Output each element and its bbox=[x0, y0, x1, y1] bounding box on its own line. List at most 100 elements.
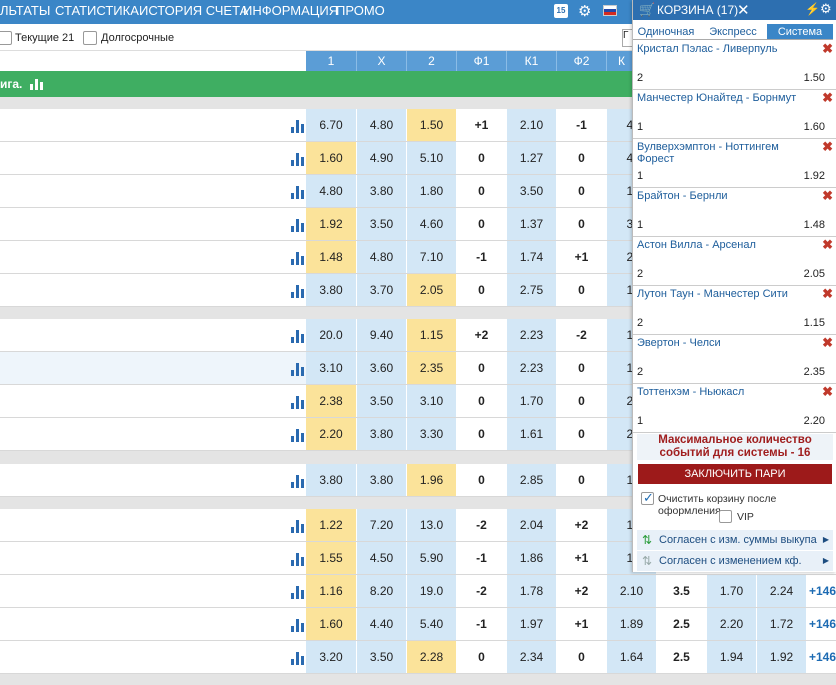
bet-slip-item[interactable]: Эвертон - Челси 2 2.35 ✖ bbox=[633, 335, 836, 384]
odd-away[interactable]: 19.0 bbox=[407, 575, 457, 607]
odd-draw[interactable]: 3.80 bbox=[357, 464, 407, 496]
handicap-odd-1[interactable]: 1.37 bbox=[507, 208, 557, 240]
bet-slip-item[interactable]: Тоттенхэм - Ньюкасл 1 2.20 ✖ bbox=[633, 384, 836, 433]
odd-away[interactable]: 1.80 bbox=[407, 175, 457, 207]
odd-home[interactable]: 1.60 bbox=[306, 608, 357, 640]
handicap-odd-1[interactable]: 2.85 bbox=[507, 464, 557, 496]
odd-home[interactable]: 1.92 bbox=[306, 208, 357, 240]
odd-home[interactable]: 20.0 bbox=[306, 319, 357, 351]
calendar-icon[interactable]: 15 bbox=[554, 4, 568, 18]
more-markets-link[interactable]: +146 bbox=[807, 575, 836, 607]
odd-draw[interactable]: 3.70 bbox=[357, 274, 407, 306]
odd-draw[interactable]: 3.50 bbox=[357, 641, 407, 673]
odd-away[interactable]: 5.10 bbox=[407, 142, 457, 174]
nav-score-history[interactable]: ИСТОРИЯ СЧЕТА bbox=[139, 3, 248, 18]
bet-event-name[interactable]: Вулверхэмптон - Ноттингем Форест bbox=[637, 141, 807, 165]
odd-home[interactable]: 3.80 bbox=[306, 274, 357, 306]
more-markets-link[interactable]: +146 bbox=[807, 608, 836, 640]
bet-slip-item[interactable]: Астон Вилла - Арсенал 2 2.05 ✖ bbox=[633, 237, 836, 286]
handicap-odd-1[interactable]: 2.04 bbox=[507, 509, 557, 541]
handicap-odd-2[interactable]: 1.64 bbox=[607, 641, 657, 673]
stats-icon[interactable] bbox=[291, 652, 305, 665]
odd-away[interactable]: 3.10 bbox=[407, 385, 457, 417]
odd-draw[interactable]: 3.80 bbox=[357, 175, 407, 207]
handicap-odd-1[interactable]: 2.23 bbox=[507, 352, 557, 384]
stats-icon[interactable] bbox=[291, 120, 305, 133]
odd-away[interactable]: 1.96 bbox=[407, 464, 457, 496]
handicap-odd-1[interactable]: 1.74 bbox=[507, 241, 557, 273]
odd-away[interactable]: 2.28 bbox=[407, 641, 457, 673]
total-over[interactable]: 1.92 bbox=[757, 641, 807, 673]
lightning-icon[interactable]: ⚡ bbox=[805, 2, 820, 16]
longterm-checkbox[interactable] bbox=[83, 31, 97, 45]
odd-home[interactable]: 6.70 bbox=[306, 109, 357, 141]
odd-home[interactable]: 1.48 bbox=[306, 241, 357, 273]
vip-checkbox[interactable] bbox=[719, 510, 732, 523]
handicap-odd-1[interactable]: 1.70 bbox=[507, 385, 557, 417]
odd-away[interactable]: 2.05 bbox=[407, 274, 457, 306]
odd-draw[interactable]: 4.80 bbox=[357, 109, 407, 141]
total-under[interactable]: 1.94 bbox=[707, 641, 757, 673]
total-over[interactable]: 2.24 bbox=[757, 575, 807, 607]
odd-away[interactable]: 7.10 bbox=[407, 241, 457, 273]
remove-icon[interactable]: ✖ bbox=[822, 286, 833, 302]
gear-icon[interactable]: ⚙ bbox=[578, 2, 591, 20]
odd-home[interactable]: 2.20 bbox=[306, 418, 357, 450]
bet-slip-item[interactable]: Лутон Таун - Манчестер Сити 2 1.15 ✖ bbox=[633, 286, 836, 335]
odd-draw[interactable]: 3.50 bbox=[357, 208, 407, 240]
odd-draw[interactable]: 7.20 bbox=[357, 509, 407, 541]
handicap-odd-1[interactable]: 1.61 bbox=[507, 418, 557, 450]
stats-icon[interactable] bbox=[291, 363, 305, 376]
remove-icon[interactable]: ✖ bbox=[822, 41, 833, 57]
agree-odds-option[interactable]: ⇅ Согласен с изменением кф. ▶ bbox=[637, 551, 833, 571]
odd-away[interactable]: 2.35 bbox=[407, 352, 457, 384]
handicap-odd-1[interactable]: 3.50 bbox=[507, 175, 557, 207]
odd-draw[interactable]: 3.80 bbox=[357, 418, 407, 450]
stats-icon[interactable] bbox=[291, 520, 305, 533]
odd-draw[interactable]: 4.80 bbox=[357, 241, 407, 273]
odd-draw[interactable]: 8.20 bbox=[357, 575, 407, 607]
odd-draw[interactable]: 9.40 bbox=[357, 319, 407, 351]
stats-icon[interactable] bbox=[291, 396, 305, 409]
stats-icon[interactable] bbox=[291, 619, 305, 632]
odd-draw[interactable]: 4.50 bbox=[357, 542, 407, 574]
place-bet-button[interactable]: ЗАКЛЮЧИТЬ ПАРИ bbox=[638, 464, 832, 484]
odd-away[interactable]: 5.40 bbox=[407, 608, 457, 640]
current-checkbox[interactable] bbox=[0, 31, 12, 45]
odd-home[interactable]: 3.20 bbox=[306, 641, 357, 673]
stats-icon[interactable] bbox=[291, 252, 305, 265]
handicap-odd-1[interactable]: 1.27 bbox=[507, 142, 557, 174]
handicap-odd-2[interactable]: 2.10 bbox=[607, 575, 657, 607]
odd-home[interactable]: 4.80 bbox=[306, 175, 357, 207]
nav-promo[interactable]: ПРОМО bbox=[336, 3, 385, 18]
odd-home[interactable]: 1.16 bbox=[306, 575, 357, 607]
odd-home[interactable]: 2.38 bbox=[306, 385, 357, 417]
odd-draw[interactable]: 3.60 bbox=[357, 352, 407, 384]
odd-home[interactable]: 1.55 bbox=[306, 542, 357, 574]
handicap-odd-1[interactable]: 2.34 bbox=[507, 641, 557, 673]
stats-icon[interactable] bbox=[291, 553, 305, 566]
tab-single[interactable]: Одиночная bbox=[633, 24, 699, 40]
stats-icon[interactable] bbox=[291, 475, 305, 488]
bet-event-name[interactable]: Астон Вилла - Арсенал bbox=[637, 239, 807, 251]
nav-results[interactable]: ЛЬТАТЫ bbox=[0, 3, 50, 18]
stats-icon[interactable] bbox=[291, 285, 305, 298]
league-header[interactable]: ига. bbox=[0, 71, 632, 97]
total-under[interactable]: 2.20 bbox=[707, 608, 757, 640]
odd-away[interactable]: 13.0 bbox=[407, 509, 457, 541]
handicap-odd-2[interactable]: 1.89 bbox=[607, 608, 657, 640]
odd-away[interactable]: 4.60 bbox=[407, 208, 457, 240]
odd-away[interactable]: 1.50 bbox=[407, 109, 457, 141]
tab-system[interactable]: Система bbox=[767, 24, 833, 40]
settings-icon[interactable]: ⚙ bbox=[820, 1, 832, 17]
clear-after-checkbox[interactable] bbox=[641, 490, 654, 506]
bet-event-name[interactable]: Брайтон - Бернли bbox=[637, 190, 807, 202]
remove-icon[interactable]: ✖ bbox=[822, 384, 833, 400]
odd-draw[interactable]: 4.90 bbox=[357, 142, 407, 174]
handicap-odd-1[interactable]: 1.78 bbox=[507, 575, 557, 607]
handicap-odd-1[interactable]: 1.97 bbox=[507, 608, 557, 640]
tab-express[interactable]: Экспресс bbox=[699, 24, 767, 40]
stats-icon[interactable] bbox=[291, 586, 305, 599]
stats-icon[interactable] bbox=[291, 186, 305, 199]
more-markets-link[interactable]: +146 bbox=[807, 641, 836, 673]
